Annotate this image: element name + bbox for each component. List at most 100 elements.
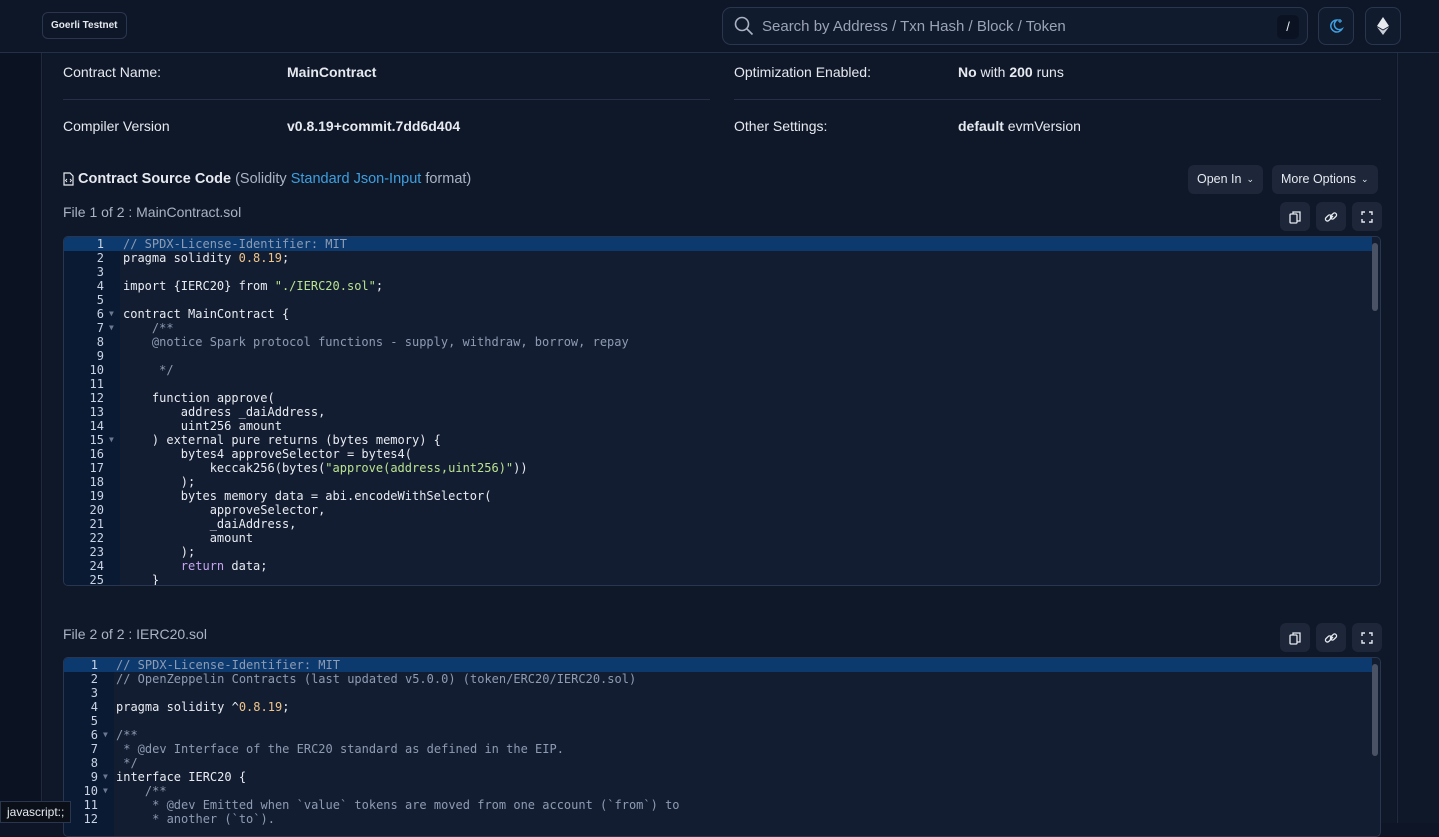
line-number: 21 bbox=[89, 517, 104, 531]
code-line: 17 keccak256(bytes("approve(address,uint… bbox=[64, 461, 1372, 475]
code-line: 5 bbox=[64, 714, 1372, 728]
line-number: 9 bbox=[90, 770, 98, 784]
contract-name-value: MainContract bbox=[287, 64, 377, 80]
code-line: 7 * @dev Interface of the ERC20 standard… bbox=[64, 742, 1372, 756]
code-line: 12 function approve( bbox=[64, 391, 1372, 405]
code-text: // SPDX-License-Identifier: MIT bbox=[123, 237, 347, 251]
fullscreen-button[interactable] bbox=[1352, 202, 1382, 231]
code-token: _daiAddress, bbox=[123, 517, 297, 531]
code-token: ; bbox=[282, 700, 290, 714]
theme-toggle-button[interactable] bbox=[1318, 7, 1354, 45]
chevron-down-icon: ⌄ bbox=[1246, 174, 1255, 184]
line-number: 4 bbox=[96, 279, 104, 293]
code-line: 7 ▼ /** bbox=[64, 321, 1372, 335]
line-number: 13 bbox=[89, 405, 104, 419]
line-number: 10 bbox=[83, 784, 98, 798]
fold-toggle-icon[interactable]: ▼ bbox=[109, 321, 114, 335]
code-token: "./IERC20.sol" bbox=[274, 279, 376, 293]
permalink-button[interactable] bbox=[1316, 623, 1346, 652]
search-box[interactable]: / bbox=[722, 7, 1308, 45]
code-token: } bbox=[123, 573, 160, 586]
line-number: 3 bbox=[96, 265, 104, 279]
fullscreen-button[interactable] bbox=[1352, 623, 1382, 652]
code-token: )) bbox=[513, 461, 528, 475]
code-line: 10 ▼ /** bbox=[64, 784, 1372, 798]
code-line: 8 */ bbox=[64, 756, 1372, 770]
fold-toggle-icon[interactable]: ▼ bbox=[109, 433, 114, 447]
code-text: // SPDX-License-Identifier: MIT bbox=[116, 658, 340, 672]
network-button[interactable] bbox=[1365, 7, 1401, 45]
more-options-button[interactable]: More Options ⌄ bbox=[1272, 165, 1378, 194]
code-text: bytes memory data = abi.encodeWithSelect… bbox=[123, 489, 492, 503]
code-text: bytes4 approveSelector = bytes4( bbox=[123, 447, 412, 461]
code-text: * @dev Emitted when `value` tokens are m… bbox=[116, 798, 679, 812]
line-number: 19 bbox=[89, 489, 104, 503]
code-line: 5 bbox=[64, 293, 1372, 307]
code-token: bytes memory data = abi.encodeWithSelect… bbox=[123, 489, 492, 503]
compiler-value: v0.8.19+commit.7dd6d404 bbox=[287, 118, 461, 134]
code-token: /** bbox=[116, 784, 167, 798]
line-number: 4 bbox=[90, 700, 98, 714]
line-number: 1 bbox=[90, 658, 98, 672]
line-number: 14 bbox=[89, 419, 104, 433]
line-number: 15 bbox=[89, 433, 104, 447]
line-number: 18 bbox=[89, 475, 104, 489]
code-token: @notice Spark protocol functions - suppl… bbox=[123, 335, 629, 349]
code-line: 21 _daiAddress, bbox=[64, 517, 1372, 531]
code-line: 4 import {IERC20} from "./IERC20.sol"; bbox=[64, 279, 1372, 293]
editor-scrollbar[interactable] bbox=[1372, 664, 1378, 756]
fold-toggle-icon[interactable]: ▼ bbox=[103, 784, 108, 798]
code-text: @notice Spark protocol functions - suppl… bbox=[123, 335, 629, 349]
code-line: 18 ); bbox=[64, 475, 1372, 489]
code-line: 25 } bbox=[64, 573, 1372, 586]
code-token: interface IERC20 { bbox=[116, 770, 247, 784]
line-number: 20 bbox=[89, 503, 104, 517]
code-token: "approve(address,uint256)" bbox=[325, 461, 514, 475]
code-editor[interactable]: 1 // SPDX-License-Identifier: MIT 2 pragma … bbox=[63, 236, 1381, 586]
code-line: 12 * another (`to`). bbox=[64, 812, 1372, 826]
line-number: 7 bbox=[96, 321, 104, 335]
code-line: 15 ▼ ) external pure returns (bytes memor… bbox=[64, 433, 1372, 447]
fold-toggle-icon[interactable]: ▼ bbox=[103, 728, 108, 742]
source-title: Contract Source Code bbox=[78, 171, 232, 187]
code-text: * @dev Interface of the ERC20 standard a… bbox=[116, 742, 564, 756]
code-editor[interactable]: 1 // SPDX-License-Identifier: MIT 2 // Open… bbox=[63, 657, 1381, 837]
code-text: _daiAddress, bbox=[123, 517, 297, 531]
code-line: 1 // SPDX-License-Identifier: MIT bbox=[64, 237, 1372, 251]
editor-scrollbar[interactable] bbox=[1372, 243, 1378, 311]
code-token: data; bbox=[224, 559, 268, 573]
line-number: 2 bbox=[96, 251, 104, 265]
left-background bbox=[0, 53, 42, 823]
line-number: 12 bbox=[89, 391, 104, 405]
line-number: 8 bbox=[90, 756, 98, 770]
code-token: /** bbox=[116, 728, 138, 742]
search-input[interactable] bbox=[762, 17, 1262, 35]
open-in-button[interactable]: Open In ⌄ bbox=[1188, 165, 1264, 194]
network-badge[interactable]: Goerli Testnet bbox=[42, 12, 127, 39]
code-token: amount bbox=[123, 531, 254, 545]
code-token: /** bbox=[123, 321, 174, 335]
copy-button[interactable] bbox=[1280, 623, 1310, 652]
code-text: function approve( bbox=[123, 391, 275, 405]
divider bbox=[734, 99, 1381, 100]
search-shortcut: / bbox=[1277, 15, 1299, 39]
compiler-label: Compiler Version bbox=[63, 118, 170, 134]
code-token: ; bbox=[375, 279, 384, 293]
code-line: 20 approveSelector, bbox=[64, 503, 1372, 517]
code-text: interface IERC20 { bbox=[116, 770, 246, 784]
code-text: ); bbox=[123, 545, 195, 559]
code-line: 10 */ bbox=[64, 363, 1372, 377]
line-number: 25 bbox=[89, 573, 104, 586]
fold-toggle-icon[interactable]: ▼ bbox=[103, 770, 108, 784]
line-number: 10 bbox=[89, 363, 104, 377]
permalink-button[interactable] bbox=[1316, 202, 1346, 231]
copy-button[interactable] bbox=[1280, 202, 1310, 231]
line-number: 3 bbox=[90, 686, 98, 700]
line-number: 23 bbox=[89, 545, 104, 559]
line-number: 16 bbox=[89, 447, 104, 461]
other-settings-value: default evmVersion bbox=[958, 118, 1081, 134]
fold-toggle-icon[interactable]: ▼ bbox=[109, 307, 114, 321]
code-line: 2 // OpenZeppelin Contracts (last updated… bbox=[64, 672, 1372, 686]
standard-json-link[interactable]: Standard Json-Input bbox=[291, 171, 422, 187]
source-code-title: Contract Source Code (Solidity Standard … bbox=[63, 171, 471, 187]
